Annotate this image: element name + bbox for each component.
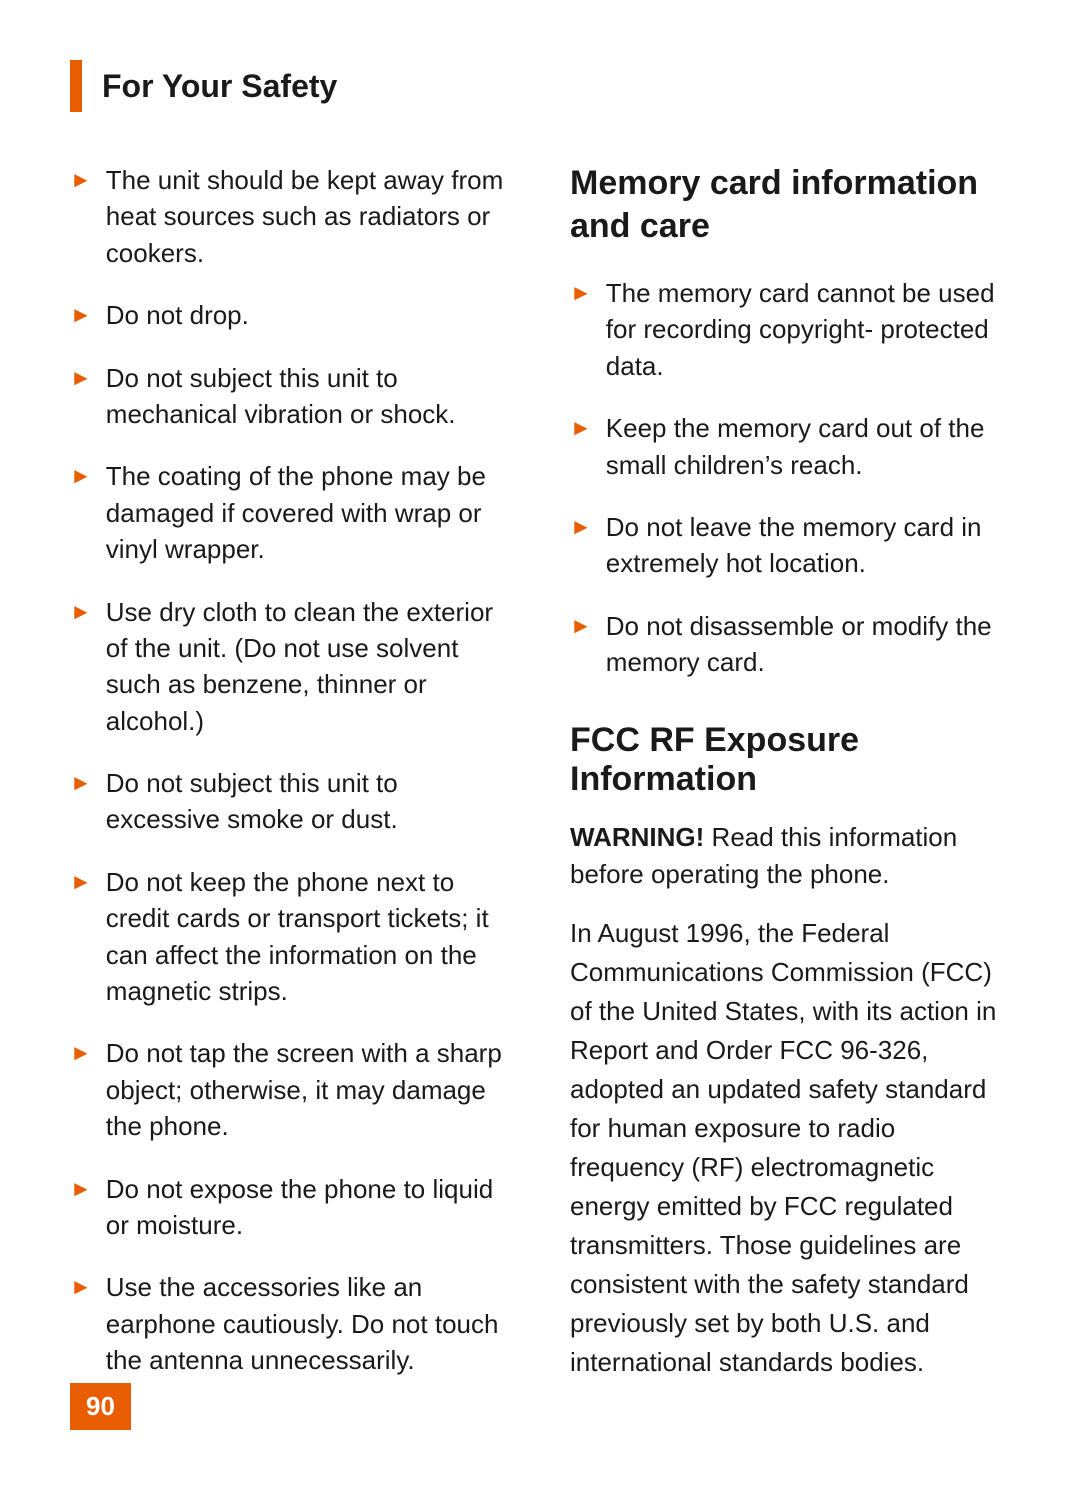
bullet-arrow-icon: ► <box>70 461 92 492</box>
fcc-body-text: In August 1996, the Federal Communicatio… <box>570 914 1010 1382</box>
list-item-text: Do not subject this unit to excessive sm… <box>106 765 510 838</box>
list-item-text: The unit should be kept away from heat s… <box>106 162 510 271</box>
left-column: ► The unit should be kept away from heat… <box>70 162 510 1405</box>
list-item-text: Do not subject this unit to mechanical v… <box>106 360 510 433</box>
safety-list: ► The unit should be kept away from heat… <box>70 162 510 1379</box>
bullet-arrow-icon: ► <box>570 413 592 444</box>
list-item: ► The unit should be kept away from heat… <box>70 162 510 271</box>
list-item: ► Do not tap the screen with a sharp obj… <box>70 1035 510 1144</box>
warning-label: WARNING! <box>570 822 704 852</box>
list-item-text: The memory card cannot be used for recor… <box>606 275 1010 384</box>
list-item: ► Do not disassemble or modify the memor… <box>570 608 1010 681</box>
bullet-arrow-icon: ► <box>70 363 92 394</box>
bullet-arrow-icon: ► <box>570 278 592 309</box>
memory-card-section: Memory card information and care ► The m… <box>570 162 1010 681</box>
list-item: ► Do not keep the phone next to credit c… <box>70 864 510 1010</box>
list-item: ► Do not subject this unit to mechanical… <box>70 360 510 433</box>
list-item-text: Do not tap the screen with a sharp objec… <box>106 1035 510 1144</box>
bullet-arrow-icon: ► <box>70 1038 92 1069</box>
fcc-title: FCC RF Exposure Information <box>570 721 1010 799</box>
list-item-text: Use dry cloth to clean the exterior of t… <box>106 594 510 740</box>
bullet-arrow-icon: ► <box>70 867 92 898</box>
list-item-text: Do not leave the memory card in extremel… <box>606 509 1010 582</box>
list-item: ► Use dry cloth to clean the exterior of… <box>70 594 510 740</box>
list-item: ► The coating of the phone may be damage… <box>70 458 510 567</box>
orange-accent-bar <box>70 60 82 112</box>
bullet-arrow-icon: ► <box>70 1174 92 1205</box>
list-item: ► Do not subject this unit to excessive … <box>70 765 510 838</box>
page-header: For Your Safety <box>70 60 1010 112</box>
list-item-text: The coating of the phone may be damaged … <box>106 458 510 567</box>
fcc-warning: WARNING! Read this information before op… <box>570 819 1010 894</box>
page-number: 90 <box>70 1383 131 1430</box>
right-column: Memory card information and care ► The m… <box>570 162 1010 1405</box>
bullet-arrow-icon: ► <box>570 512 592 543</box>
fcc-section: FCC RF Exposure Information WARNING! Rea… <box>570 721 1010 1382</box>
list-item-text: Do not expose the phone to liquid or moi… <box>106 1171 510 1244</box>
list-item: ► Use the accessories like an earphone c… <box>70 1269 510 1378</box>
list-item: ► Do not leave the memory card in extrem… <box>570 509 1010 582</box>
list-item-text: Keep the memory card out of the small ch… <box>606 410 1010 483</box>
list-item-text: Use the accessories like an earphone cau… <box>106 1269 510 1378</box>
page-title: For Your Safety <box>102 68 337 105</box>
list-item-text: Do not disassemble or modify the memory … <box>606 608 1010 681</box>
bullet-arrow-icon: ► <box>70 768 92 799</box>
bullet-arrow-icon: ► <box>70 1272 92 1303</box>
bullet-arrow-icon: ► <box>70 300 92 331</box>
bullet-arrow-icon: ► <box>570 611 592 642</box>
list-item-text: Do not drop. <box>106 297 249 333</box>
bullet-arrow-icon: ► <box>70 597 92 628</box>
memory-card-title: Memory card information and care <box>570 162 1010 247</box>
page-container: For Your Safety ► The unit should be kep… <box>0 0 1080 1485</box>
list-item: ► Do not expose the phone to liquid or m… <box>70 1171 510 1244</box>
bullet-arrow-icon: ► <box>70 165 92 196</box>
list-item: ► The memory card cannot be used for rec… <box>570 275 1010 384</box>
list-item-text: Do not keep the phone next to credit car… <box>106 864 510 1010</box>
memory-card-list: ► The memory card cannot be used for rec… <box>570 275 1010 681</box>
list-item: ► Do not drop. <box>70 297 510 333</box>
list-item: ► Keep the memory card out of the small … <box>570 410 1010 483</box>
content-columns: ► The unit should be kept away from heat… <box>70 162 1010 1405</box>
